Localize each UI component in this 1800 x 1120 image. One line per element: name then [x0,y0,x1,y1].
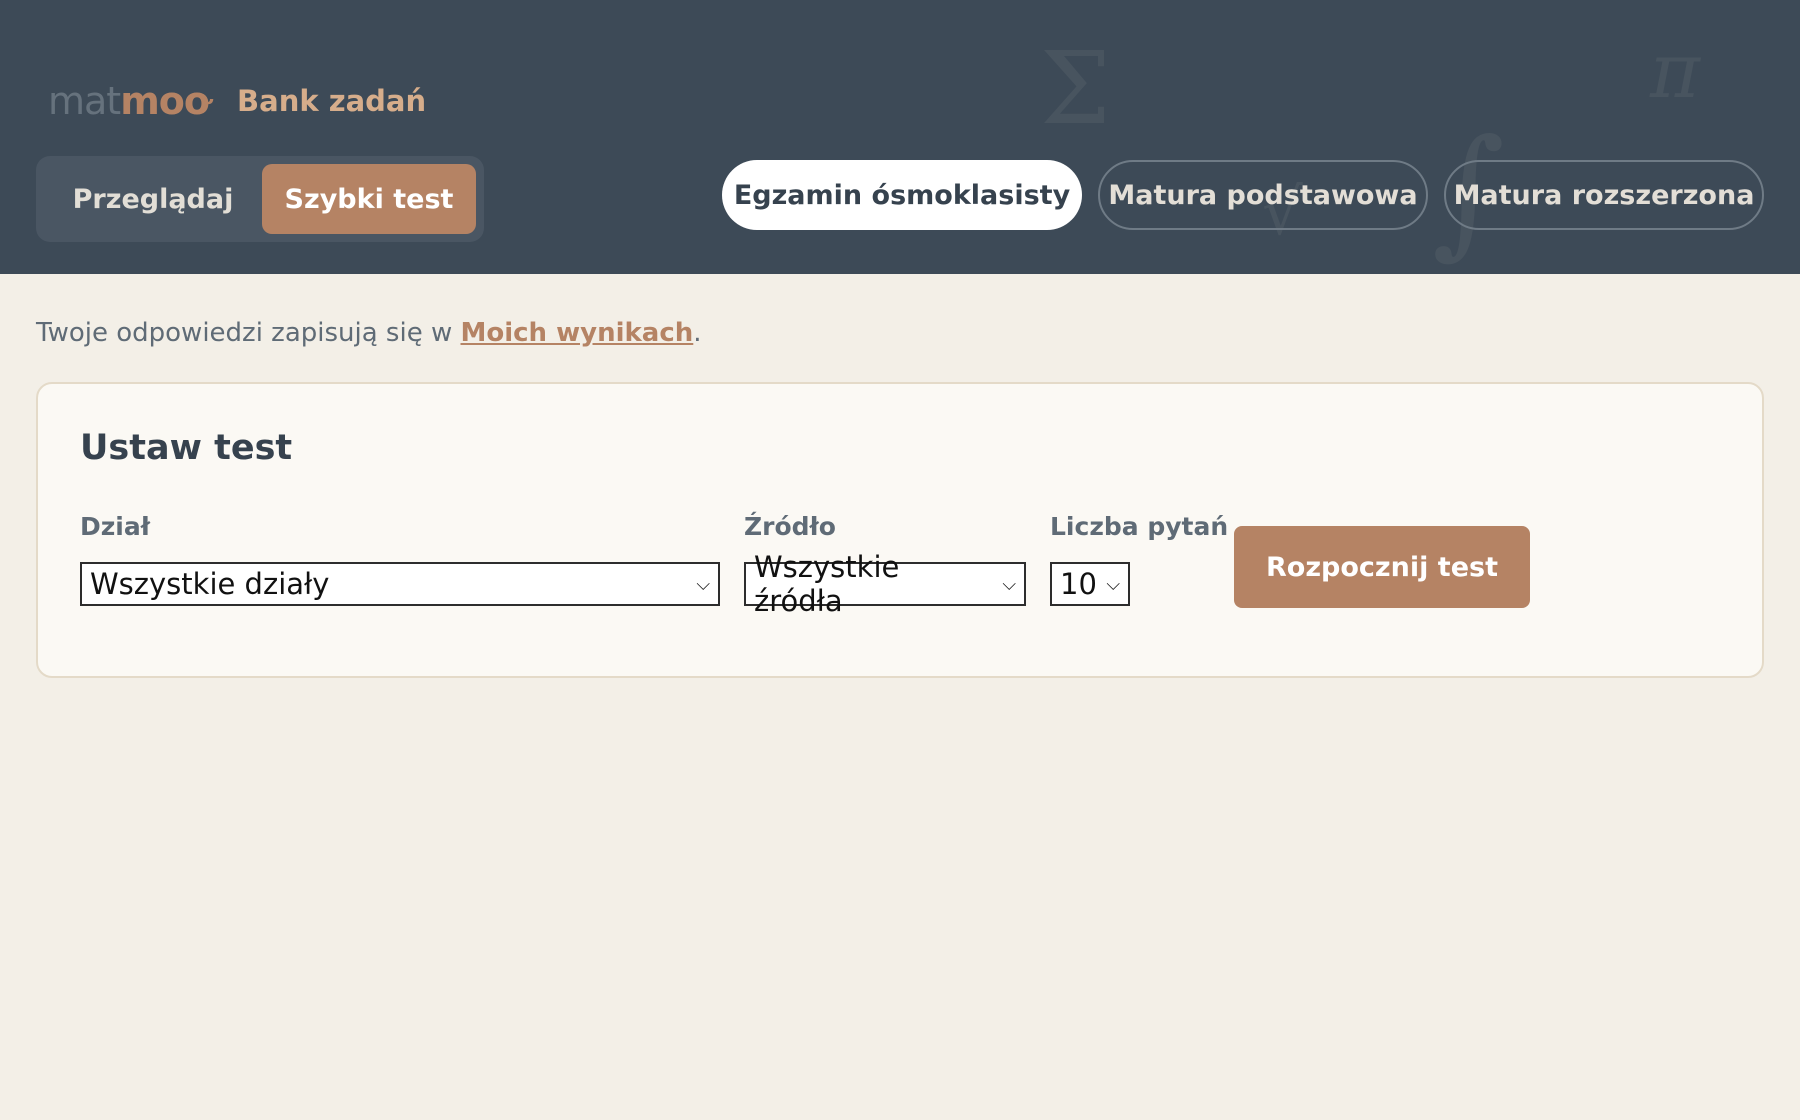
matmoo-logo[interactable]: mat moo ᴗ [48,78,214,124]
sigma-decoration-icon: Σ [1040,30,1111,147]
pi-decoration-icon: π [1650,26,1700,115]
start-test-button[interactable]: Rozpocznij test [1234,526,1530,608]
question-count-select[interactable]: 10 ⌵ [1050,562,1130,606]
section-select-value: Wszystkie działy [90,567,330,601]
source-label: Źródło [744,512,836,541]
test-setup-card: Ustaw test Dział Wszystkie działy ⌵ Źród… [36,382,1764,678]
info-prefix: Twoje odpowiedzi zapisują się w [36,318,461,348]
logo-mat-text: mat [48,79,121,123]
browse-mode-button[interactable]: Przeglądaj [44,164,262,234]
card-title: Ustaw test [80,428,293,468]
page-title: Bank zadań [237,84,427,118]
brand: mat moo ᴗ Bank zadań [48,78,426,124]
chevron-down-icon: ⌵ [1106,573,1120,595]
logo-moo-label: moo [120,79,210,123]
exam-tab-matura-podstawowa[interactable]: Matura podstawowa [1098,160,1428,230]
source-select[interactable]: Wszystkie źródła ⌵ [744,550,1026,618]
mode-switch: Przeglądaj Szybki test [36,156,484,242]
section-label: Dział [80,512,151,541]
chevron-down-icon: ⌵ [696,573,710,595]
exam-tab-matura-rozszerzona[interactable]: Matura rozszerzona [1444,160,1764,230]
chevron-down-icon: ⌵ [1002,573,1016,595]
logo-moo-text: moo ᴗ [120,78,214,124]
top-header: Σ π ∫ √ mat moo ᴗ Bank zadań Przeglądaj S… [0,0,1800,274]
exam-tab-egzamin-osmoklasisty[interactable]: Egzamin ósmoklasisty [722,160,1082,230]
my-results-link[interactable]: Moich wynikach [461,318,694,348]
info-suffix: . [693,318,702,348]
horns-icon: ᴗ [201,88,214,109]
section-select[interactable]: Wszystkie działy ⌵ [80,562,720,606]
results-info-text: Twoje odpowiedzi zapisują się w Moich wy… [36,318,702,348]
question-count-label: Liczba pytań [1050,512,1229,541]
quick-test-mode-button[interactable]: Szybki test [262,164,476,234]
source-select-value: Wszystkie źródła [754,550,900,618]
question-count-value: 10 [1060,567,1097,601]
